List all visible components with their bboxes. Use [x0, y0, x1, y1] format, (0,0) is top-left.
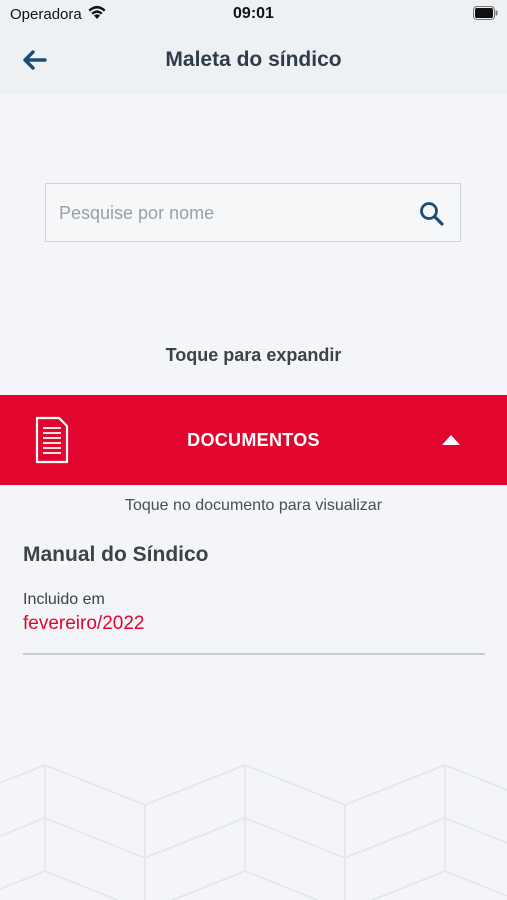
clock: 09:01	[233, 5, 274, 22]
included-date: fevereiro/2022	[23, 613, 145, 634]
list-item[interactable]: Manual do Síndico Incluido em fevereiro/…	[23, 540, 485, 656]
documents-section-header[interactable]: DOCUMENTOS	[0, 395, 507, 485]
included-label: Incluido em	[23, 591, 105, 608]
status-bar: Operadora 09:01	[0, 0, 507, 28]
background-pattern	[0, 764, 507, 900]
search-input[interactable]	[57, 184, 411, 243]
battery-icon	[473, 6, 498, 20]
search-icon[interactable]	[418, 200, 446, 228]
document-name: Manual do Síndico	[23, 543, 209, 566]
navigation-bar: Maleta do síndico	[0, 28, 507, 94]
divider	[23, 653, 485, 655]
caret-up-icon[interactable]	[442, 434, 460, 445]
search-box	[45, 183, 461, 243]
section-title: DOCUMENTOS	[187, 430, 320, 450]
expand-hint: Toque para expandir	[165, 345, 342, 365]
page-title: Maleta do síndico	[165, 48, 342, 71]
view-document-hint: Toque no documento para visualizar	[124, 497, 383, 514]
